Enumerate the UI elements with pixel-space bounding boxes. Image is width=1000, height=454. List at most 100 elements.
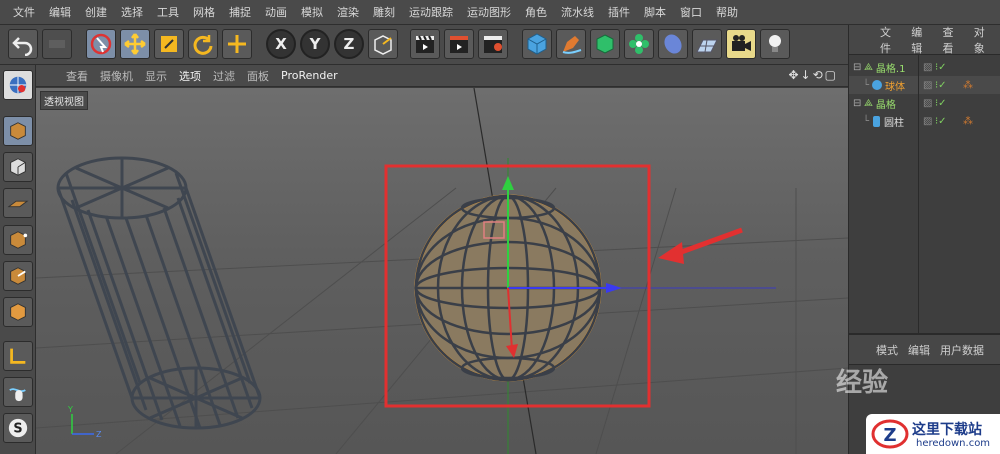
scale-icon (161, 36, 177, 52)
axis-mode-button[interactable] (3, 341, 33, 371)
gizmo-x-arrow[interactable] (606, 283, 622, 293)
polygons-cube-icon (10, 303, 26, 321)
menu-motion-tracking[interactable]: 运动跟踪 (402, 4, 460, 20)
z-axis-lock-button[interactable]: Z (334, 29, 364, 59)
menu-sculpt[interactable]: 雕刻 (366, 4, 402, 20)
object-name[interactable]: 晶格.1 (876, 60, 906, 75)
object-row-lattice[interactable]: ⊟ ⟁ 晶格 ▨ ⁝✓ (849, 94, 1000, 112)
attributes-menu-edit[interactable]: 编辑 (903, 342, 935, 358)
objects-menu-file[interactable]: 文件 (875, 24, 906, 56)
viewport-nav-icons[interactable]: ✥↓⟲▢ (788, 68, 838, 82)
menu-character[interactable]: 角色 (518, 4, 554, 20)
object-manager-column-divider[interactable] (918, 55, 919, 333)
clapperboard-gear-icon (484, 36, 502, 53)
light-button[interactable] (760, 29, 790, 59)
menu-mesh[interactable]: 网格 (186, 4, 222, 20)
x-axis-lock-button[interactable]: X (266, 29, 296, 59)
menu-pipeline[interactable]: 流水线 (554, 4, 601, 20)
scale-tool-button[interactable] (154, 29, 184, 59)
camera-icon (732, 35, 751, 51)
tweak-mode-button[interactable] (3, 377, 33, 407)
render-to-picture-viewer-button[interactable] (444, 29, 474, 59)
layer-icon[interactable]: ▨ (923, 80, 932, 91)
menu-simulate[interactable]: 模拟 (294, 4, 330, 20)
menu-animate[interactable]: 动画 (258, 4, 294, 20)
cinema4d-window: 文件 编辑 创建 选择 工具 网格 捕捉 动画 模拟 渲染 雕刻 运动跟踪 运动… (0, 0, 1000, 454)
polygons-mode-button[interactable] (3, 297, 33, 327)
viewport-menu-cameras[interactable]: 摄像机 (94, 68, 139, 84)
objects-menu-view[interactable]: 查看 (938, 24, 969, 56)
subdivision-icon (596, 34, 614, 54)
deformer-button[interactable] (658, 29, 688, 59)
tag-icon[interactable]: ⁂ (963, 116, 973, 127)
render-view-button[interactable] (410, 29, 440, 59)
live-selection-button[interactable] (86, 29, 116, 59)
move-tool-button[interactable] (120, 29, 150, 59)
menu-plugins[interactable]: 插件 (601, 4, 637, 20)
menu-create[interactable]: 创建 (78, 4, 114, 20)
model-mode-button[interactable] (3, 116, 33, 146)
viewport-menu-options[interactable]: 选项 (173, 68, 207, 84)
visibility-toggle-icon[interactable]: ⁝✓ (935, 116, 947, 127)
coordinate-system-button[interactable] (368, 29, 398, 59)
redo-button[interactable] (42, 29, 72, 59)
subdivision-surface-button[interactable] (590, 29, 620, 59)
expand-toggle-icon[interactable]: ⊟ (853, 62, 861, 73)
objects-menu-objects[interactable]: 对象 (969, 24, 1000, 56)
y-axis-lock-button[interactable]: Y (300, 29, 330, 59)
edges-mode-button[interactable] (3, 261, 33, 291)
menu-window[interactable]: 窗口 (673, 4, 709, 20)
visibility-toggle-icon[interactable]: ⁝✓ (935, 62, 947, 73)
make-editable-button[interactable] (3, 70, 33, 100)
layer-icon[interactable]: ▨ (923, 98, 932, 109)
floor-button[interactable] (692, 29, 722, 59)
menu-tools[interactable]: 工具 (150, 4, 186, 20)
watermark-text: 经验 (836, 368, 889, 398)
texture-mode-button[interactable] (3, 152, 33, 182)
points-mode-button[interactable] (3, 225, 33, 255)
rotate-tool-button[interactable] (188, 29, 218, 59)
snap-button[interactable]: S (3, 413, 33, 443)
menu-script[interactable]: 脚本 (637, 4, 673, 20)
object-row-sphere[interactable]: └ 球体 ▨ ⁝✓ ⁂ (849, 76, 1000, 94)
render-settings-button[interactable] (478, 29, 508, 59)
layer-icon[interactable]: ▨ (923, 62, 932, 73)
object-manager: 文件 编辑 查看 对象 ⊟ ⟁ 晶格.1 ▨ ⁝✓ └ 球体 ▨ ⁝✓ ⁂ ⊟ … (848, 25, 1000, 333)
expand-toggle-icon[interactable]: ⊟ (853, 98, 861, 109)
cylinder-lattice (56, 156, 262, 430)
menu-select[interactable]: 选择 (114, 4, 150, 20)
tag-icon[interactable]: ⁂ (963, 80, 973, 91)
gizmo-y-arrow[interactable] (502, 176, 514, 190)
objects-menu-edit[interactable]: 编辑 (906, 24, 937, 56)
camera-button[interactable] (726, 29, 756, 59)
attributes-menu-user-data[interactable]: 用户数据 (935, 342, 989, 358)
perspective-viewport[interactable]: Y Z 透视视图 (36, 88, 848, 454)
transform-tool-button[interactable] (222, 29, 252, 59)
undo-button[interactable] (8, 29, 38, 59)
menu-file[interactable]: 文件 (6, 4, 42, 20)
viewport-menu-display[interactable]: 显示 (139, 68, 173, 84)
viewport-menu-prorender[interactable]: ProRender (275, 69, 344, 82)
viewport-menu-panel[interactable]: 面板 (241, 68, 275, 84)
object-name[interactable]: 圆柱 (884, 114, 904, 129)
attributes-menu-mode[interactable]: 模式 (871, 342, 903, 358)
menu-render[interactable]: 渲染 (330, 4, 366, 20)
viewport-menu-view[interactable]: 查看 (60, 68, 94, 84)
cube-object-button[interactable] (522, 29, 552, 59)
visibility-toggle-icon[interactable]: ⁝✓ (935, 98, 947, 109)
visibility-toggle-icon[interactable]: ⁝✓ (935, 80, 947, 91)
object-row-cylinder[interactable]: └ 圆柱 ▨ ⁝✓ ⁂ (849, 112, 1000, 130)
cloner-button[interactable] (624, 29, 654, 59)
menu-help[interactable]: 帮助 (709, 4, 745, 20)
viewport-menu-filter[interactable]: 过滤 (207, 68, 241, 84)
menu-mograph[interactable]: 运动图形 (460, 4, 518, 20)
object-name[interactable]: 晶格 (876, 96, 896, 111)
layer-icon[interactable]: ▨ (923, 116, 932, 127)
spline-pen-button[interactable] (556, 29, 586, 59)
object-name[interactable]: 球体 (885, 78, 905, 93)
object-row-lattice-1[interactable]: ⊟ ⟁ 晶格.1 ▨ ⁝✓ (849, 58, 1000, 76)
tree-line-icon: └ (863, 115, 870, 127)
workplane-mode-button[interactable] (3, 188, 33, 218)
menu-edit[interactable]: 编辑 (42, 4, 78, 20)
menu-snap[interactable]: 捕捉 (222, 4, 258, 20)
